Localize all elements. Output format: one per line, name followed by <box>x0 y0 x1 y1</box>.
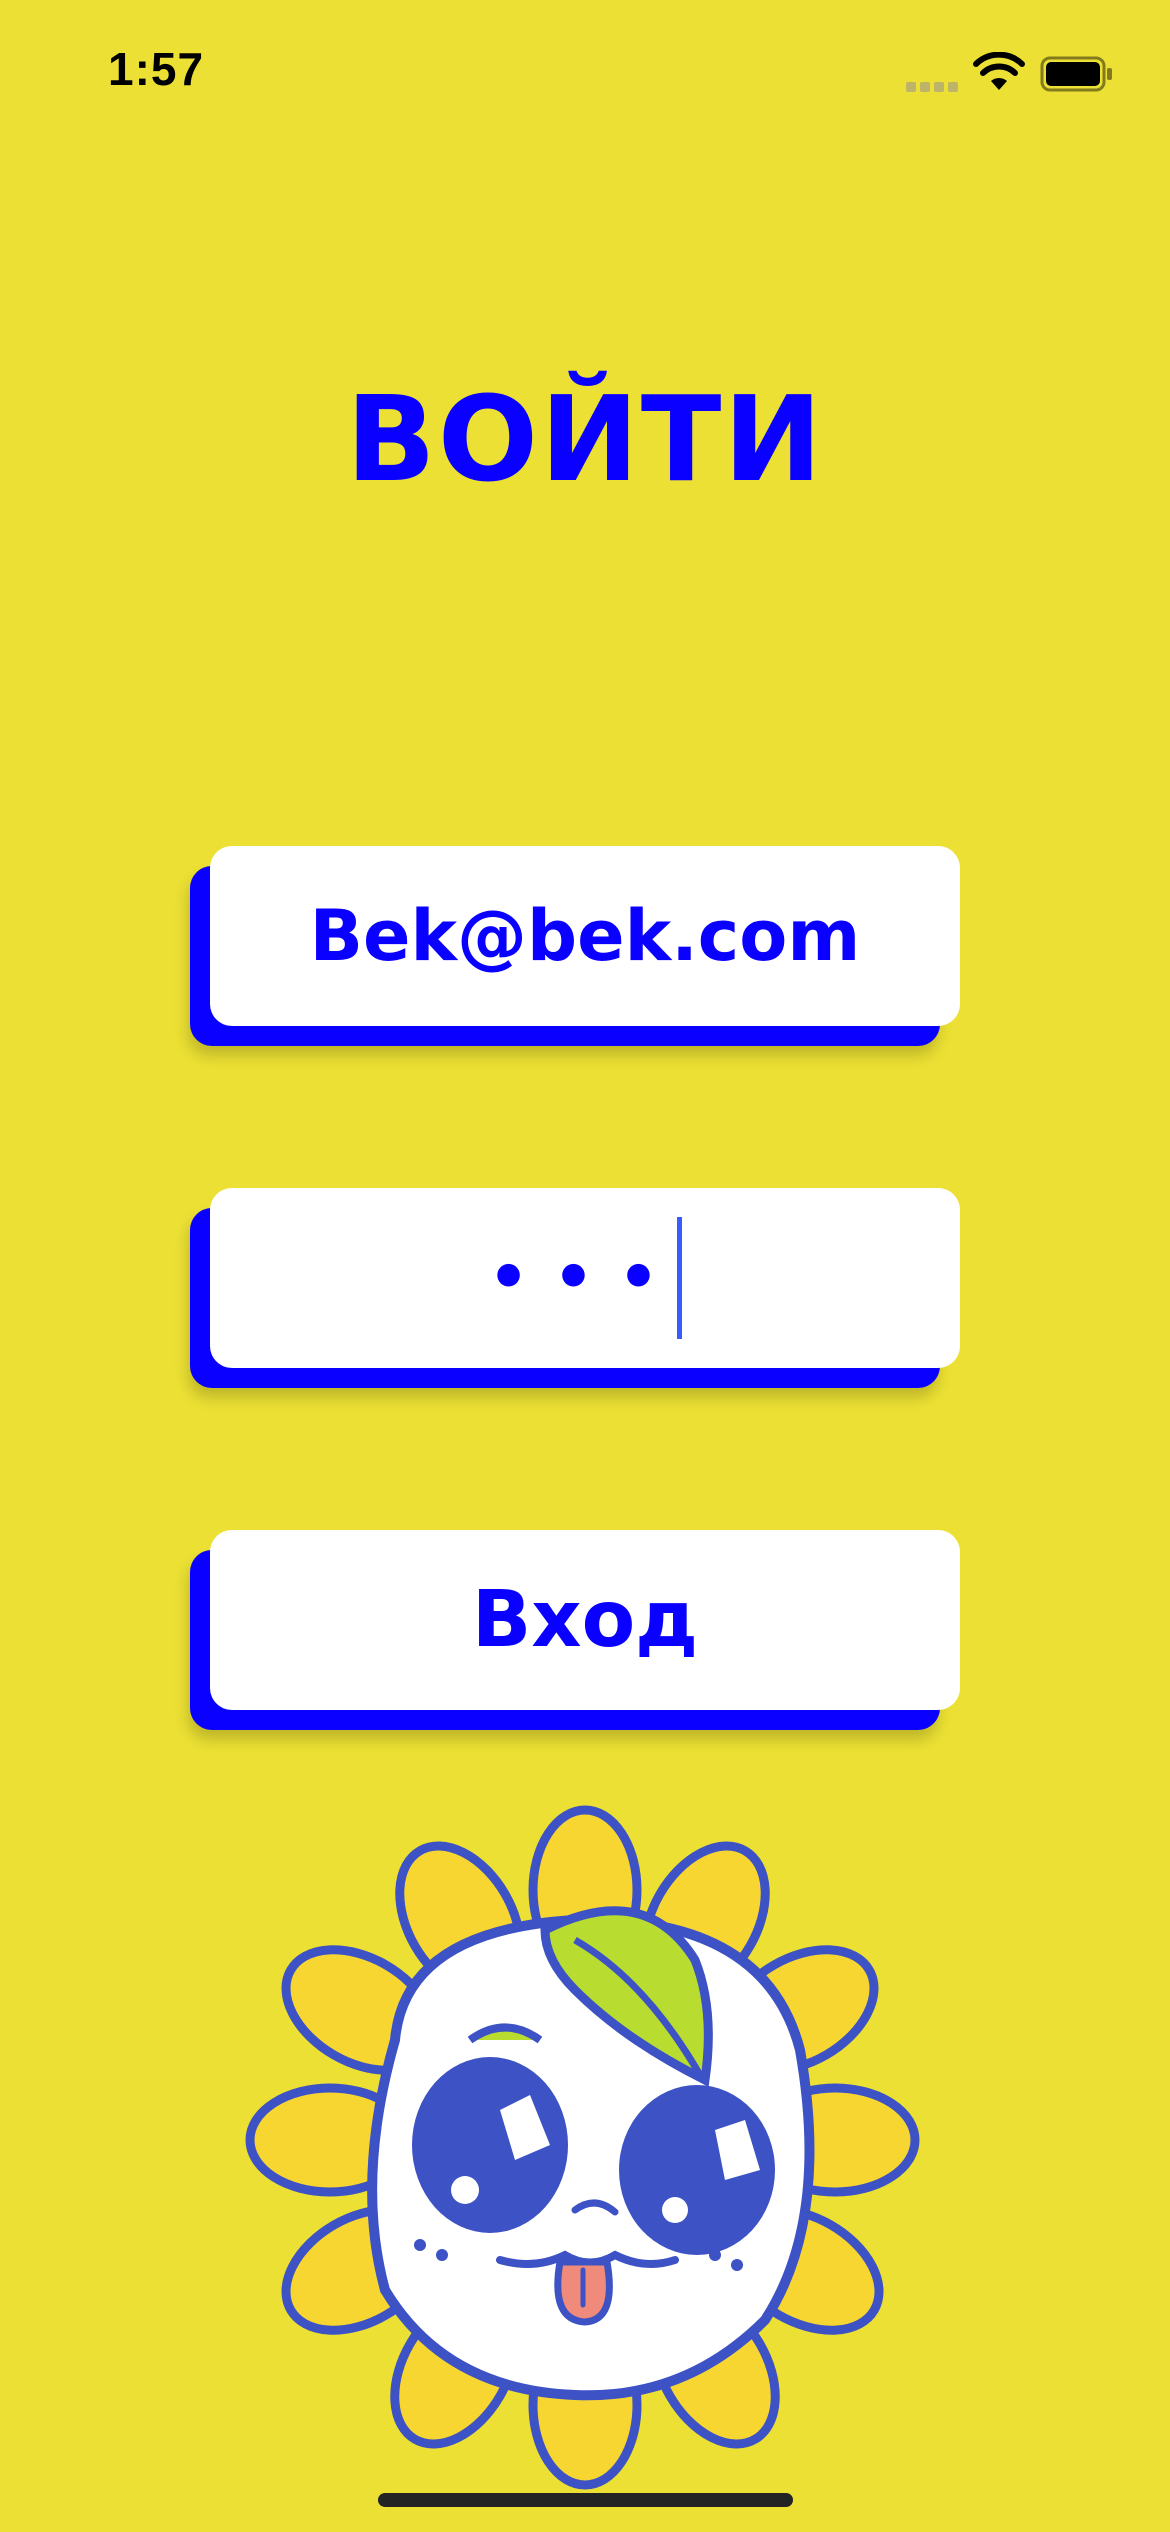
login-button[interactable]: Вход <box>210 1530 960 1710</box>
password-value: ••• <box>488 1241 683 1315</box>
email-value: Bek@bek.com <box>309 895 861 977</box>
page-title: ВОЙТИ <box>345 370 825 508</box>
home-indicator[interactable] <box>378 2493 793 2507</box>
battery-icon <box>1040 56 1112 92</box>
status-time: 1:57 <box>108 43 205 95</box>
password-field[interactable]: ••• <box>210 1188 960 1368</box>
password-wrap: ••• <box>488 1217 682 1339</box>
cellular-signal-icon <box>906 82 958 92</box>
email-field[interactable]: Bek@bek.com <box>210 846 960 1026</box>
status-bar: 1:57 <box>0 0 1170 150</box>
flower-mascot-icon <box>245 1805 920 2490</box>
wifi-icon <box>973 52 1025 90</box>
login-button-label: Вход <box>471 1575 699 1665</box>
